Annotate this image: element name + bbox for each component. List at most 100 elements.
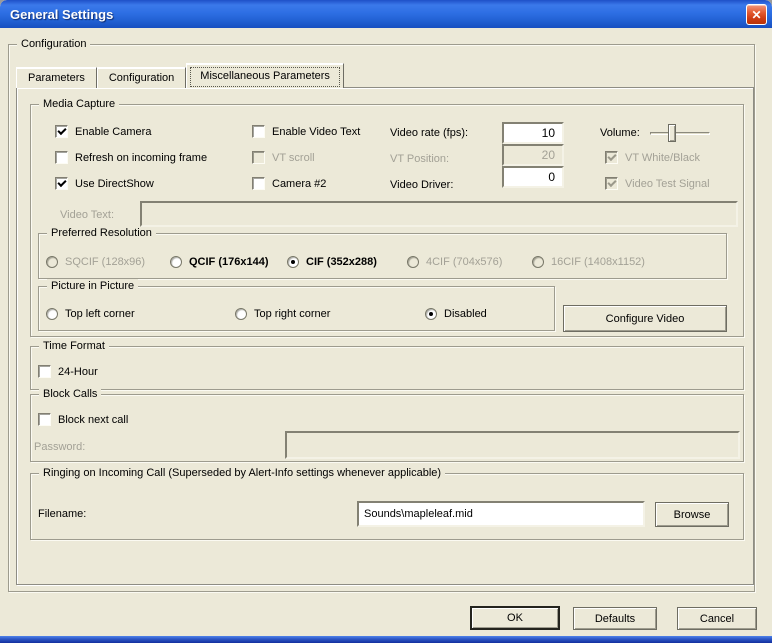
radio-16cif: 16CIF (1408x1152) <box>532 254 645 269</box>
time-format-groupbox: Time Format <box>30 339 744 390</box>
checkbox-label: Video Test Signal <box>625 177 710 190</box>
checkbox-label: Camera #2 <box>272 177 327 190</box>
volume-label: Volume: <box>600 127 640 139</box>
radio-circle <box>46 255 58 268</box>
browse-button-label: Browse <box>673 508 711 521</box>
browse-button[interactable]: Browse <box>655 502 729 527</box>
checkbox-box <box>38 413 51 426</box>
checkbox-box <box>605 177 618 190</box>
video-driver-label: Video Driver: <box>390 179 454 191</box>
radio-top-right-corner[interactable]: Top right corner <box>235 306 330 321</box>
checkbox-video-test-signal: Video Test Signal <box>605 176 710 191</box>
ringing-group-label: Ringing on Incoming Call (Superseded by … <box>39 466 446 481</box>
password-input <box>285 431 740 459</box>
checkbox-box <box>55 177 68 190</box>
defaults-button-label: Defaults <box>594 612 636 625</box>
defaults-button[interactable]: Defaults <box>573 607 657 630</box>
checkbox-label: Enable Camera <box>75 125 152 138</box>
video-rate-input[interactable] <box>502 122 564 144</box>
video-text-label: Video Text: <box>60 209 115 221</box>
general-settings-dialog: General Settings ✕ Configuration Paramet… <box>0 0 772 643</box>
radio-circle <box>235 307 247 320</box>
configure-video-button[interactable]: Configure Video <box>563 305 727 332</box>
radio-4cif: 4CIF (704x576) <box>407 254 502 269</box>
checkbox-box <box>252 151 265 164</box>
password-label: Password: <box>34 441 86 453</box>
radio-qcif[interactable]: QCIF (176x144) <box>170 254 268 269</box>
ok-button-label: OK <box>507 612 523 624</box>
checkbox-vt-scroll: VT scroll <box>252 150 315 165</box>
media-capture-group-label: Media Capture <box>39 97 120 112</box>
time-format-group-label: Time Format <box>39 339 109 354</box>
tab-parameters[interactable]: Parameters <box>16 67 97 88</box>
checkbox-label: Use DirectShow <box>75 177 154 190</box>
block-calls-group-label: Block Calls <box>39 387 102 402</box>
tab-configuration[interactable]: Configuration <box>96 67 187 88</box>
radio-label: Top right corner <box>254 307 331 320</box>
radio-pip-disabled[interactable]: Disabled <box>425 306 487 321</box>
tab-miscellaneous-parameters[interactable]: Miscellaneous Parameters <box>186 63 344 88</box>
radio-label: QCIF (176x144) <box>189 255 269 268</box>
radio-circle <box>407 255 419 268</box>
checkbox-24-hour[interactable]: 24-Hour <box>38 364 98 379</box>
ok-button[interactable]: OK <box>470 606 560 630</box>
radio-circle <box>532 255 544 268</box>
radio-label: Top left corner <box>65 307 135 320</box>
filename-label: Filename: <box>38 508 87 520</box>
volume-slider[interactable] <box>650 124 712 142</box>
radio-label: SQCIF (128x96) <box>65 255 146 268</box>
radio-label: Disabled <box>444 307 487 320</box>
radio-label: CIF (352x288) <box>306 255 377 268</box>
radio-cif[interactable]: CIF (352x288) <box>287 254 377 269</box>
checkbox-label: Block next call <box>58 413 129 426</box>
filename-input[interactable] <box>357 501 645 527</box>
radio-top-left-corner[interactable]: Top left corner <box>46 306 135 321</box>
checkbox-use-directshow[interactable]: Use DirectShow <box>55 176 154 191</box>
cancel-button[interactable]: Cancel <box>677 607 757 630</box>
tab-configuration-label: Configuration <box>108 72 175 84</box>
checkbox-box <box>55 151 68 164</box>
checkbox-enable-camera[interactable]: Enable Camera <box>55 124 151 139</box>
checkbox-box <box>55 125 68 138</box>
picture-in-picture-group-label: Picture in Picture <box>47 279 139 294</box>
checkbox-vt-white-black: VT White/Black <box>605 150 700 165</box>
title-bar: General Settings <box>0 0 772 28</box>
checkbox-label: VT scroll <box>272 151 315 164</box>
checkbox-label: Enable Video Text <box>272 125 361 138</box>
checkbox-block-next-call[interactable]: Block next call <box>38 412 128 427</box>
tab-parameters-label: Parameters <box>28 72 85 84</box>
volume-slider-track <box>650 132 710 135</box>
radio-circle <box>287 255 299 268</box>
vt-position-input <box>502 144 564 166</box>
checkbox-enable-video-text[interactable]: Enable Video Text <box>252 124 360 139</box>
configuration-group-label: Configuration <box>17 37 91 52</box>
window-title: General Settings <box>10 6 114 22</box>
cancel-button-label: Cancel <box>699 612 735 625</box>
tab-miscellaneous-label: Miscellaneous Parameters <box>200 70 330 82</box>
checkbox-box <box>252 125 265 138</box>
video-driver-input[interactable] <box>502 166 564 188</box>
volume-slider-thumb[interactable] <box>668 124 676 142</box>
radio-sqcif: SQCIF (128x96) <box>46 254 145 269</box>
configure-video-button-label: Configure Video <box>605 312 685 325</box>
tab-strip: Parameters Configuration Miscellaneous P… <box>16 63 344 88</box>
checkbox-label: VT White/Black <box>625 151 700 164</box>
checkbox-box <box>252 177 265 190</box>
radio-label: 16CIF (1408x1152) <box>551 255 645 268</box>
checkbox-box <box>38 365 51 378</box>
vt-position-label: VT Position: <box>390 153 450 165</box>
video-rate-label: Video rate (fps): <box>390 127 469 139</box>
radio-label: 4CIF (704x576) <box>426 255 503 268</box>
radio-circle <box>425 307 437 320</box>
window-bottom-border <box>0 636 772 643</box>
checkbox-label: Refresh on incoming frame <box>75 151 208 164</box>
close-icon[interactable]: ✕ <box>746 4 767 25</box>
video-text-input <box>140 201 738 227</box>
preferred-resolution-group-label: Preferred Resolution <box>47 226 156 241</box>
radio-circle <box>46 307 58 320</box>
checkbox-camera-2[interactable]: Camera #2 <box>252 176 326 191</box>
checkbox-refresh-on-incoming-frame[interactable]: Refresh on incoming frame <box>55 150 207 165</box>
checkbox-box <box>605 151 618 164</box>
checkbox-label: 24-Hour <box>58 365 98 378</box>
radio-circle <box>170 255 182 268</box>
